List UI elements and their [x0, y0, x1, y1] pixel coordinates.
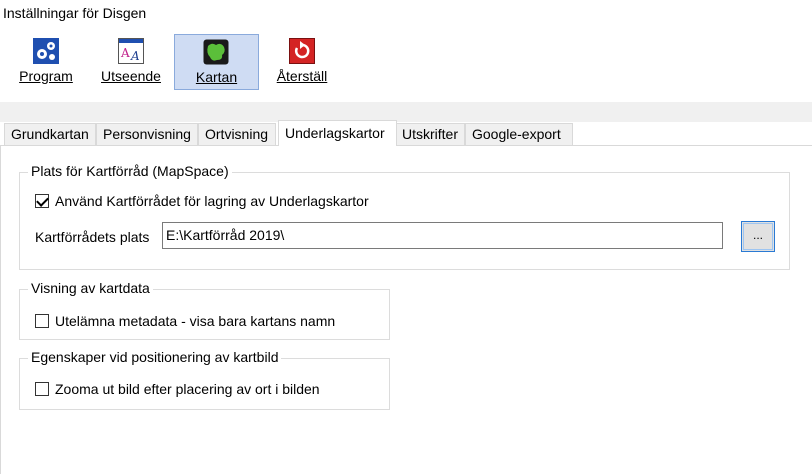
- use-mapspace-checkbox-row[interactable]: Använd Kartförrådet för lagring av Under…: [35, 193, 369, 209]
- positioning-group: Egenskaper vid positionering av kartbild…: [19, 349, 390, 410]
- use-mapspace-checkbox[interactable]: [35, 194, 49, 208]
- tab-underlagskartor[interactable]: Underlagskartor: [278, 120, 397, 146]
- mapspace-group: Plats för Kartförråd (MapSpace) Använd K…: [19, 163, 790, 270]
- underlagskartor-panel: Plats för Kartförråd (MapSpace) Använd K…: [0, 146, 812, 474]
- map-icon: [203, 39, 229, 65]
- font-style-icon: A A: [118, 38, 144, 64]
- location-field[interactable]: E:\Kartförråd 2019\: [162, 222, 723, 249]
- omit-metadata-checkbox[interactable]: [35, 314, 49, 328]
- mapspace-group-title: Plats för Kartförråd (MapSpace): [28, 163, 232, 179]
- positioning-group-title: Egenskaper vid positionering av kartbild: [28, 349, 282, 365]
- browse-button[interactable]: ...: [741, 221, 775, 252]
- zoom-out-label: Zooma ut bild efter placering av ort i b…: [55, 381, 320, 397]
- window-title: Inställningar för Disgen: [3, 5, 147, 21]
- tab-personvisning[interactable]: Personvisning: [96, 123, 198, 146]
- toolbar-program-label: Program: [19, 68, 73, 84]
- svg-text:A: A: [120, 46, 130, 60]
- toolbar-aterstall-button[interactable]: Återställ: [270, 34, 334, 90]
- mapdata-group-title: Visning av kartdata: [28, 280, 153, 296]
- tab-google-export[interactable]: Google-export: [465, 123, 573, 146]
- toolbar-kartan-button[interactable]: Kartan: [174, 34, 259, 90]
- tab-grundkartan[interactable]: Grundkartan: [4, 123, 96, 146]
- toolbar-utseende-button[interactable]: A A Utseende: [96, 34, 166, 90]
- browse-button-label: ...: [752, 228, 763, 242]
- location-label: Kartförrådets plats: [35, 229, 150, 245]
- use-mapspace-label: Använd Kartförrådet för lagring av Under…: [55, 193, 369, 209]
- omit-metadata-checkbox-row[interactable]: Utelämna metadata - visa bara kartans na…: [35, 313, 335, 329]
- mapdata-group: Visning av kartdata Utelämna metadata - …: [19, 280, 390, 340]
- tab-ortvisning[interactable]: Ortvisning: [198, 123, 276, 146]
- omit-metadata-label: Utelämna metadata - visa bara kartans na…: [55, 313, 336, 329]
- tab-utskrifter[interactable]: Utskrifter: [395, 123, 465, 146]
- reset-arrow-icon: [289, 38, 315, 64]
- toolbar-separator: [0, 102, 812, 122]
- toolbar-kartan-label: Kartan: [195, 69, 238, 85]
- svg-text:A: A: [130, 49, 140, 63]
- zoom-out-checkbox[interactable]: [35, 382, 49, 396]
- gears-icon: [33, 38, 59, 64]
- tab-strip: Grundkartan Personvisning Ortvisning Und…: [0, 120, 812, 146]
- toolbar-program-button[interactable]: Program: [14, 34, 78, 90]
- zoom-out-checkbox-row[interactable]: Zooma ut bild efter placering av ort i b…: [35, 381, 320, 397]
- toolbar-aterstall-label: Återställ: [276, 68, 328, 84]
- settings-toolbar: Program A A Utseende Kartan Återställ: [0, 34, 812, 90]
- toolbar-utseende-label: Utseende: [101, 68, 161, 84]
